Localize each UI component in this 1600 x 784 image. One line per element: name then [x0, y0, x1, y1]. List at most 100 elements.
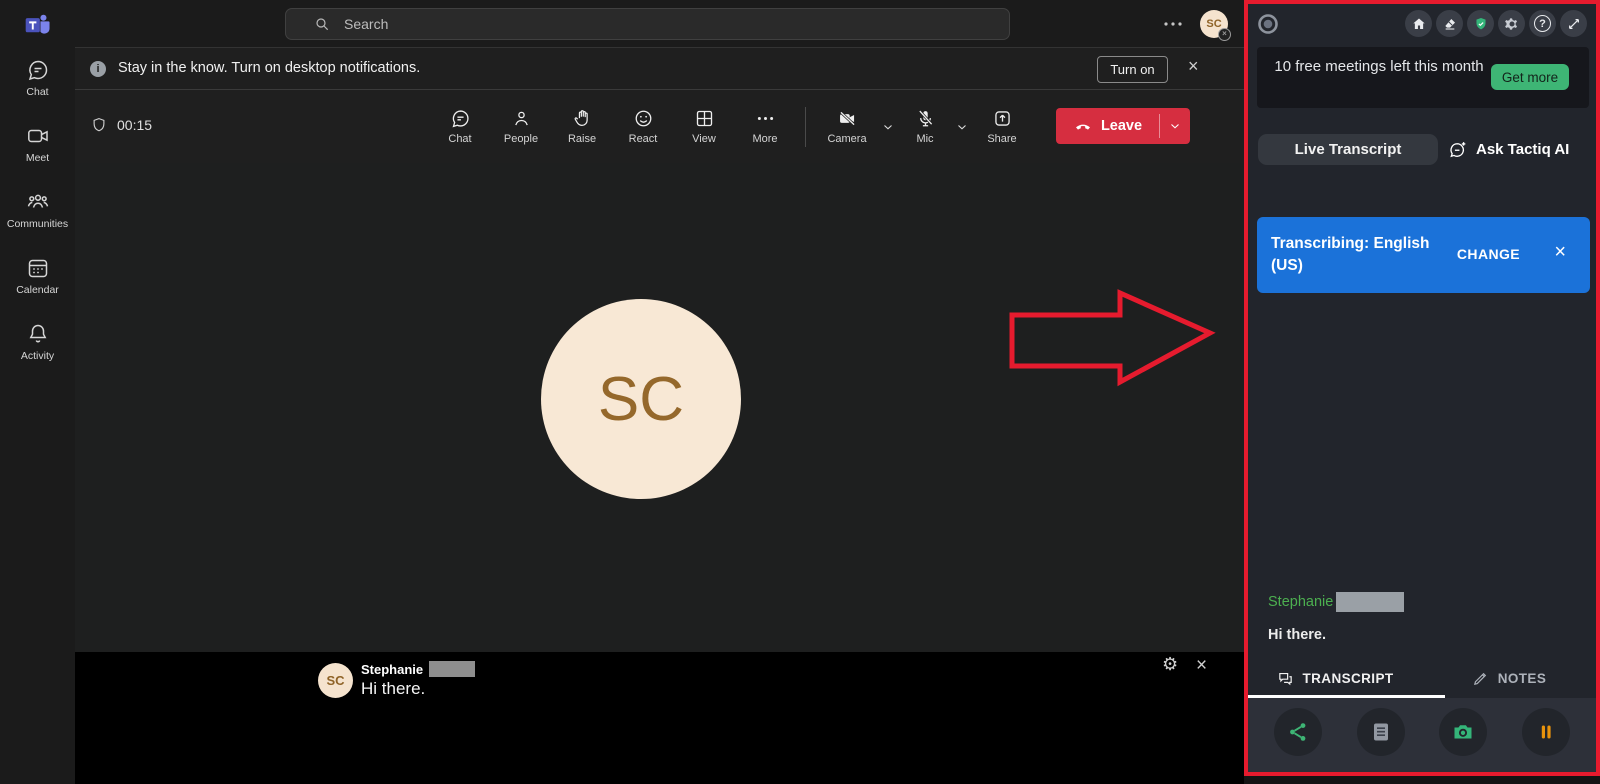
help-icon[interactable]: ? [1529, 10, 1556, 37]
transcribing-label: Transcribing: English (US) [1271, 235, 1430, 274]
caption-speaker: Stephanie [361, 661, 424, 677]
raise-hand-icon [574, 110, 588, 126]
person-icon [514, 111, 528, 126]
pause-recording-button[interactable] [1521, 708, 1570, 756]
control-label: Chat [448, 133, 472, 145]
camera-off-icon [839, 111, 855, 126]
sidebar-item-meet[interactable]: Meet [0, 124, 75, 164]
leave-button[interactable]: Leave [1056, 108, 1190, 144]
chat-bubble-icon [452, 110, 469, 128]
control-label: People [503, 133, 539, 145]
sidebar-label: Meet [25, 152, 50, 164]
quota-banner: 10 free meetings left this month Get mor… [1257, 47, 1589, 108]
tab-label: NOTES [1497, 671, 1547, 686]
search-field[interactable] [344, 16, 944, 32]
privacy-shield-icon[interactable] [1467, 10, 1494, 37]
ellipsis-icon [757, 117, 773, 120]
chevron-down-icon [958, 124, 966, 130]
hang-up-icon [1075, 124, 1090, 130]
camera-options-chevron[interactable] [875, 97, 901, 157]
tab-label: TRANSCRIPT [1302, 671, 1394, 686]
screenshot-camera-button[interactable] [1439, 708, 1488, 756]
avatar-initials: SC [1206, 18, 1222, 30]
tab-live-transcript[interactable]: Live Transcript [1258, 134, 1438, 165]
participant-avatar: SC [541, 299, 741, 499]
dismiss-notification-icon[interactable]: × [1188, 56, 1199, 77]
settings-gear-icon[interactable] [1498, 10, 1525, 37]
control-label: View [692, 133, 716, 145]
people-button[interactable]: People [492, 97, 550, 157]
sidebar-item-chat[interactable]: Chat [0, 58, 75, 98]
tab-transcript[interactable]: TRANSCRIPT [1248, 660, 1422, 697]
get-more-button[interactable]: Get more [1491, 64, 1569, 90]
eraser-icon[interactable] [1436, 10, 1463, 37]
control-label: Camera [827, 133, 867, 145]
tactiq-footer-tabs: TRANSCRIPT NOTES [1248, 660, 1596, 697]
camera-icon [1454, 725, 1472, 739]
raise-hand-button[interactable]: Raise [553, 97, 611, 157]
sidebar-item-communities[interactable]: Communities [0, 190, 75, 230]
control-label: More [752, 133, 778, 145]
calendar-icon [28, 259, 47, 278]
tactiq-toolbar: ? [1405, 10, 1587, 37]
search-icon [316, 18, 329, 31]
app-sidebar: Chat Meet Communities Calendar Activity [0, 0, 75, 784]
turn-on-button[interactable]: Turn on [1097, 56, 1168, 83]
sidebar-item-calendar[interactable]: Calendar [0, 256, 75, 296]
more-button[interactable]: More [736, 97, 794, 157]
redacted-name [429, 661, 476, 677]
control-label: Mic [916, 133, 934, 145]
device-controls: Camera Mic Share [819, 90, 1029, 163]
timer-value: 00:15 [117, 117, 153, 133]
transcribing-banner: Transcribing: English (US) CHANGE × [1257, 217, 1590, 293]
grid-view-icon [696, 110, 712, 127]
leave-main[interactable]: Leave [1056, 108, 1159, 144]
bell-icon [29, 324, 46, 343]
sidebar-label: Activity [20, 350, 55, 362]
sidebar-item-activity[interactable]: Activity [0, 322, 75, 362]
tab-notes[interactable]: NOTES [1422, 660, 1596, 697]
mic-button[interactable]: Mic [901, 97, 949, 157]
transcript-icon [1278, 672, 1292, 686]
record-indicator-icon[interactable] [1256, 12, 1280, 36]
more-options-icon[interactable] [1160, 14, 1186, 34]
avatar-initials: SC [597, 364, 685, 434]
search-input[interactable] [285, 8, 1010, 40]
caption-settings-icon[interactable]: ⚙ [1162, 654, 1178, 675]
caption-avatar: SC [318, 663, 353, 698]
share-button[interactable]: Share [975, 97, 1029, 157]
sidebar-label: Chat [26, 86, 49, 98]
redacted-name [1336, 592, 1405, 612]
tab-label: Ask Tactiq AI [1476, 141, 1570, 158]
avatar-initials: SC [326, 673, 345, 688]
help-glyph: ? [1534, 15, 1551, 32]
user-avatar[interactable]: SC × [1200, 10, 1231, 41]
caption-text: Hi there. [361, 679, 426, 698]
share-transcript-button[interactable] [1274, 708, 1322, 756]
notes-document-button[interactable] [1356, 708, 1405, 756]
camera-button[interactable]: Camera [819, 97, 875, 157]
collapse-icon[interactable] [1560, 10, 1587, 37]
chevron-down-icon [884, 124, 892, 130]
react-button[interactable]: React [614, 97, 672, 157]
share-screen-icon [994, 111, 1010, 126]
info-icon: i [90, 61, 106, 77]
mic-options-chevron[interactable] [949, 97, 975, 157]
caption-close-icon[interactable]: × [1196, 655, 1207, 677]
meeting-toolbar: 00:15 Chat People Raise React View More … [75, 90, 1244, 163]
tactiq-header: ? [1248, 8, 1596, 42]
tab-ask-tactiq-ai[interactable]: Ask Tactiq AI [1448, 134, 1569, 165]
video-camera-icon [27, 129, 48, 143]
meeting-timer: 00:15 [90, 116, 152, 134]
presence-badge: × [1218, 28, 1231, 41]
home-icon[interactable] [1405, 10, 1432, 37]
view-button[interactable]: View [675, 97, 733, 157]
toolbar-divider [805, 107, 806, 147]
sidebar-label: Communities [6, 218, 69, 230]
change-language-button[interactable]: CHANGE [1457, 246, 1520, 262]
tactiq-tabs: Live Transcript Ask Tactiq AI [1248, 134, 1596, 166]
control-label: Raise [567, 133, 597, 145]
leave-options-chevron[interactable] [1160, 108, 1190, 144]
transcribing-close-icon[interactable]: × [1554, 241, 1566, 264]
chat-button[interactable]: Chat [431, 97, 489, 157]
